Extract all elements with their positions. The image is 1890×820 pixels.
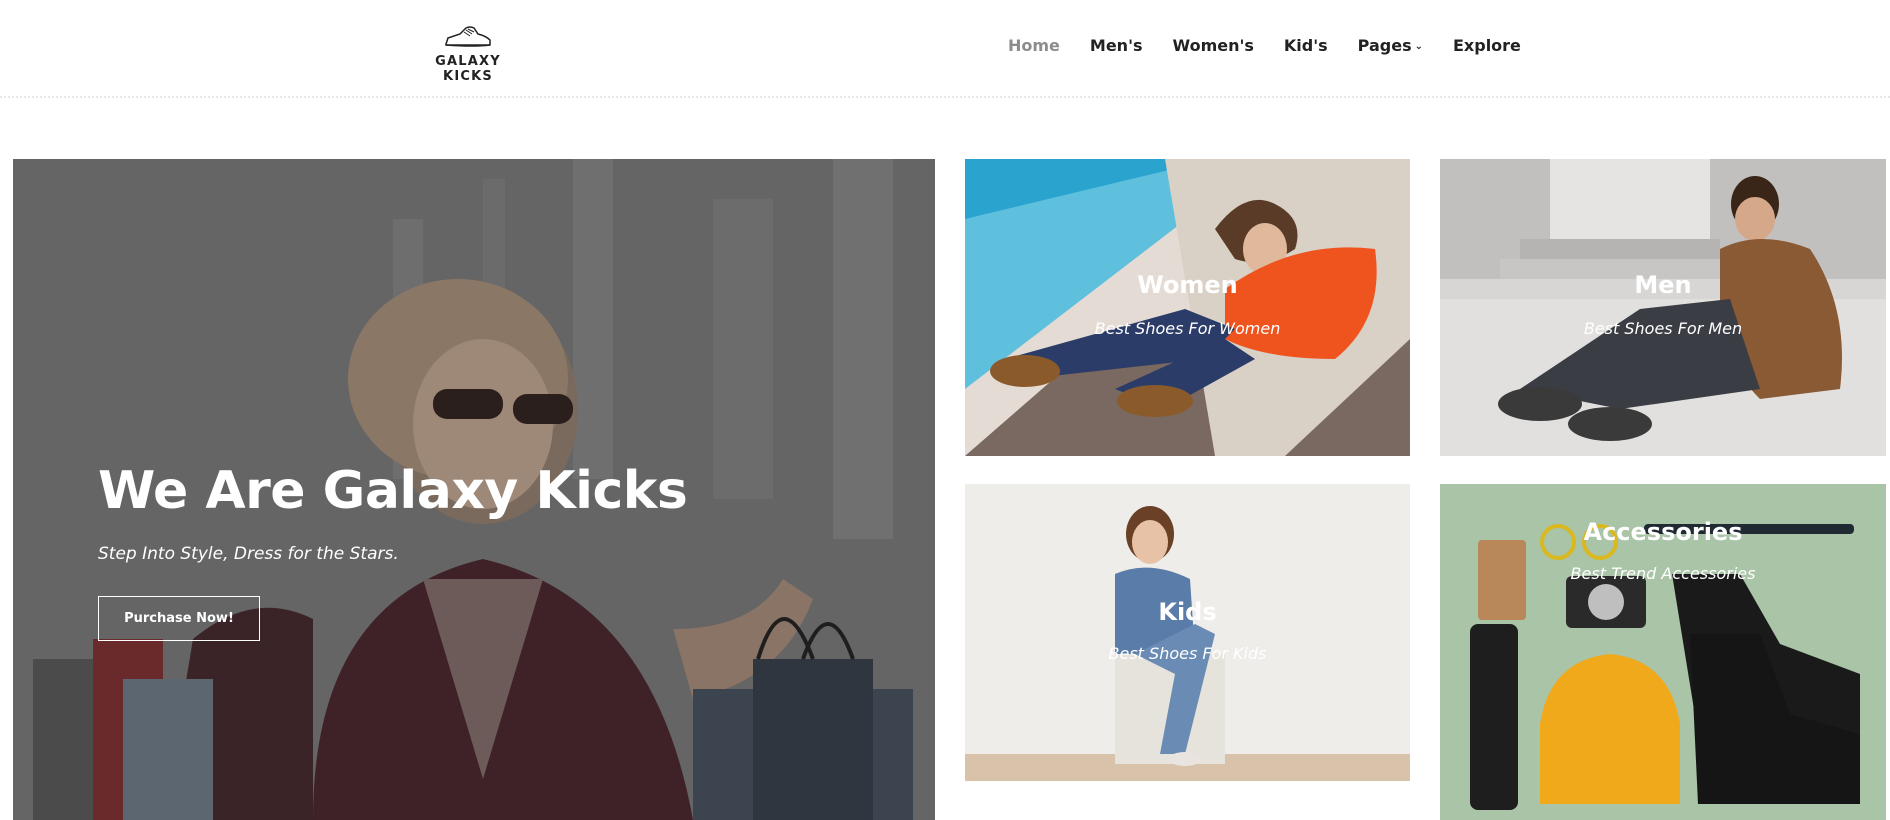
women-card-subtitle: Best Shoes For Women <box>1094 319 1281 338</box>
men-card-subtitle: Best Shoes For Men <box>1583 319 1743 338</box>
site-logo[interactable]: GALAXY KICKS <box>410 24 526 84</box>
accessories-card-subtitle: Best Trend Accessories <box>1570 564 1756 583</box>
nav-pages[interactable]: Pages ⌄ <box>1358 36 1423 55</box>
header-divider <box>0 96 1890 98</box>
logo-text: GALAXY KICKS <box>435 54 501 84</box>
category-card-women[interactable]: Women Best Shoes For Women <box>965 159 1410 456</box>
women-category-image <box>965 159 1410 456</box>
nav-womens[interactable]: Women's <box>1173 36 1254 55</box>
kids-card-subtitle: Best Shoes For Kids <box>1108 644 1267 663</box>
nav-explore[interactable]: Explore <box>1453 36 1521 55</box>
sneaker-icon <box>445 26 491 47</box>
hero-subtitle: Step Into Style, Dress for the Stars. <box>98 544 399 564</box>
category-card-men[interactable]: Men Best Shoes For Men <box>1440 159 1886 456</box>
men-category-image <box>1440 159 1886 456</box>
nav-mens[interactable]: Men's <box>1090 36 1143 55</box>
women-card-title: Women <box>1137 271 1238 299</box>
main-nav: Home Men's Women's Kid's Pages ⌄ Explore <box>1008 36 1551 55</box>
nav-home[interactable]: Home <box>1008 36 1060 55</box>
category-card-kids[interactable]: Kids Best Shoes For Kids <box>965 484 1410 781</box>
chevron-down-icon: ⌄ <box>1414 41 1423 52</box>
kids-category-image <box>965 484 1410 781</box>
hero-title: We Are Galaxy Kicks <box>98 461 688 521</box>
nav-pages-label: Pages <box>1357 36 1412 55</box>
category-card-accessories[interactable]: Accessories Best Trend Accessories <box>1440 484 1886 820</box>
nav-kids[interactable]: Kid's <box>1284 36 1328 55</box>
kids-card-title: Kids <box>1158 598 1217 626</box>
hero-banner: We Are Galaxy Kicks Step Into Style, Dre… <box>13 159 935 820</box>
accessories-card-title: Accessories <box>1583 518 1743 546</box>
purchase-now-button[interactable]: Purchase Now! <box>98 596 260 641</box>
men-card-title: Men <box>1634 271 1692 299</box>
site-header: GALAXY KICKS Home Men's Women's Kid's Pa… <box>0 0 1890 98</box>
